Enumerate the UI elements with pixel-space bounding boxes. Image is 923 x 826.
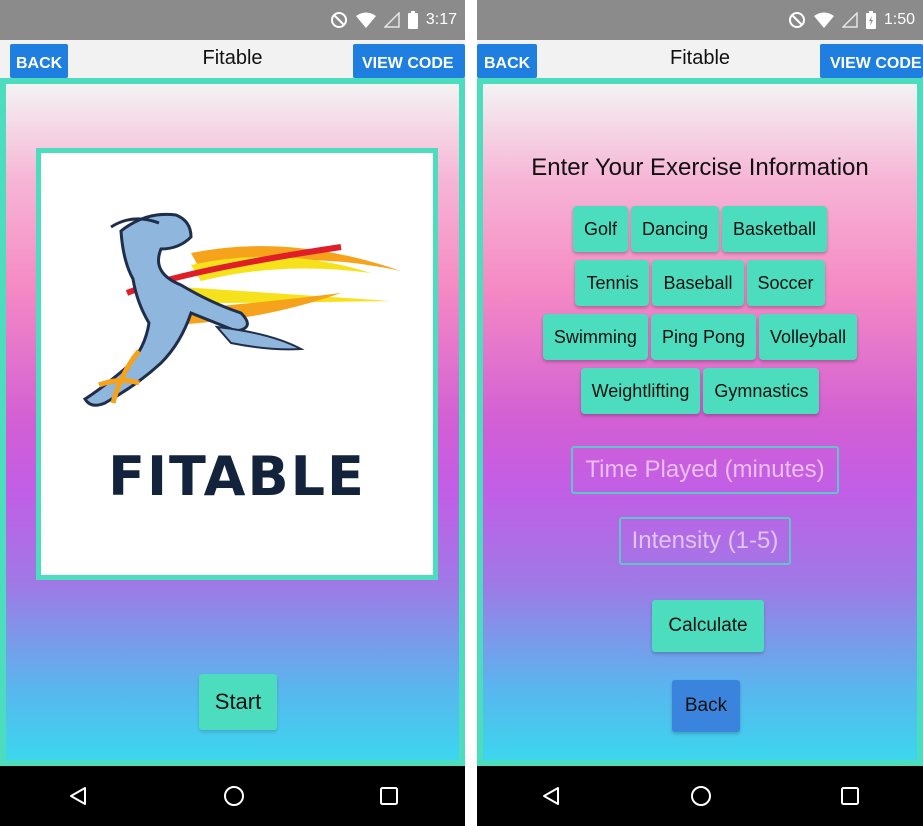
main-content: FITABLE Start bbox=[0, 78, 465, 766]
back-button[interactable]: Back bbox=[672, 680, 740, 732]
battery-icon bbox=[865, 11, 876, 29]
main-content: Enter Your Exercise Information Golf Dan… bbox=[477, 78, 923, 766]
calculate-button[interactable]: Calculate bbox=[652, 600, 764, 652]
sport-soccer-button[interactable]: Soccer bbox=[746, 260, 825, 306]
intensity-input[interactable] bbox=[619, 517, 791, 565]
status-time: 3:17 bbox=[425, 11, 457, 28]
sport-row: Golf Dancing Basketball bbox=[483, 206, 917, 252]
nav-recents-icon[interactable] bbox=[379, 786, 399, 806]
logo-frame: FITABLE bbox=[36, 148, 438, 580]
sport-baseball-button[interactable]: Baseball bbox=[652, 260, 744, 306]
sport-weightlifting-button[interactable]: Weightlifting bbox=[580, 368, 701, 414]
do-not-disturb-icon bbox=[330, 11, 348, 29]
nav-back-icon[interactable] bbox=[540, 785, 562, 807]
app-header: BACK Fitable VIEW CODE bbox=[0, 40, 465, 78]
sport-volleyball-button[interactable]: Volleyball bbox=[759, 314, 858, 360]
signal-icon bbox=[841, 12, 858, 28]
nav-recents-icon[interactable] bbox=[840, 786, 860, 806]
sport-basketball-button[interactable]: Basketball bbox=[722, 206, 828, 252]
time-played-input[interactable] bbox=[571, 446, 839, 494]
view-code-button[interactable]: VIEW CODE bbox=[353, 44, 465, 78]
signal-icon bbox=[383, 12, 400, 28]
right-phone-screen: 1:50 BACK Fitable VIEW CODE Enter Your E… bbox=[477, 0, 923, 826]
android-nav-bar bbox=[477, 766, 923, 826]
nav-back-icon[interactable] bbox=[67, 785, 89, 807]
view-code-button[interactable]: VIEW CODE bbox=[820, 44, 923, 78]
wifi-icon bbox=[355, 12, 376, 28]
sport-row: Tennis Baseball Soccer bbox=[483, 260, 917, 306]
left-phone-screen: 3:17 BACK Fitable VIEW CODE FITABLE Star… bbox=[0, 0, 465, 826]
logo-text: FITABLE bbox=[108, 445, 366, 508]
form-heading: Enter Your Exercise Information bbox=[531, 154, 869, 181]
nav-home-icon[interactable] bbox=[222, 784, 246, 808]
sport-dancing-button[interactable]: Dancing bbox=[630, 206, 719, 252]
status-bar: 1:50 bbox=[477, 0, 923, 40]
battery-icon bbox=[407, 11, 418, 29]
sport-tennis-button[interactable]: Tennis bbox=[575, 260, 650, 306]
android-nav-bar bbox=[0, 766, 465, 826]
status-bar: 3:17 bbox=[0, 0, 465, 40]
sport-row: Weightlifting Gymnastics bbox=[483, 368, 917, 414]
sport-row: Swimming Ping Pong Volleyball bbox=[483, 314, 917, 360]
sport-swimming-button[interactable]: Swimming bbox=[542, 314, 648, 360]
wifi-icon bbox=[813, 12, 834, 28]
nav-home-icon[interactable] bbox=[689, 784, 713, 808]
start-button[interactable]: Start bbox=[199, 674, 277, 730]
runner-logo-icon bbox=[82, 212, 401, 407]
sport-gymnastics-button[interactable]: Gymnastics bbox=[703, 368, 820, 414]
sport-ping-pong-button[interactable]: Ping Pong bbox=[650, 314, 757, 360]
sport-golf-button[interactable]: Golf bbox=[572, 206, 628, 252]
status-time: 1:50 bbox=[883, 11, 915, 28]
app-header: BACK Fitable VIEW CODE bbox=[477, 40, 923, 78]
do-not-disturb-icon bbox=[788, 11, 806, 29]
